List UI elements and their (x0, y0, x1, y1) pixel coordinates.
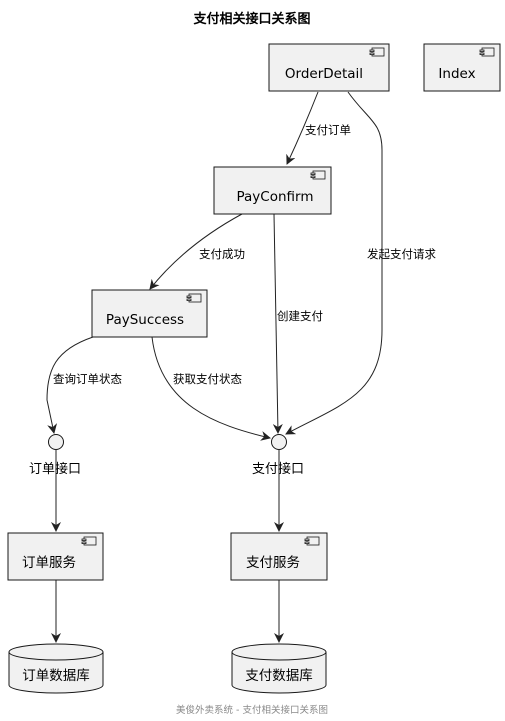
node-label-pay-confirm: PayConfirm (236, 189, 313, 205)
edge-label-success-to-payapi: 获取支付状态 (173, 372, 242, 386)
edge-confirm-to-payapi (272, 213, 283, 434)
node-label-pay-service: 支付服务 (246, 555, 300, 571)
component-icon (479, 47, 495, 57)
interface-order-api: 订单接口 (29, 434, 81, 477)
edge-label-success-to-orderapi: 查询订单状态 (53, 372, 122, 386)
edge-label-confirm-to-payapi: 创建支付 (277, 309, 323, 323)
edge-success-to-payapi (151, 336, 271, 441)
diagram-title: 支付相关接口关系图 (192, 11, 310, 27)
component-icon (304, 536, 320, 546)
diagram-canvas: 支付相关接口关系图 支付订单 支付成功 发起支付请求 创建支付 查询订单状态 获… (7, 11, 501, 716)
component-order-service: 订单服务 (7, 532, 104, 581)
interface-pay-api: 支付接口 (252, 434, 304, 477)
node-label-order-service: 订单服务 (22, 555, 76, 571)
edge-label-confirm-to-success: 支付成功 (199, 247, 245, 261)
database-label-order-db: 订单数据库 (22, 668, 90, 684)
component-icon (186, 293, 202, 303)
node-label-index: Index (438, 66, 475, 82)
node-label-pay-success: PaySuccess (106, 312, 184, 328)
interface-label-pay-api: 支付接口 (252, 461, 304, 477)
edge-detail-to-payapi (285, 91, 383, 435)
component-order-detail: OrderDetail (268, 43, 390, 92)
component-icon (81, 536, 97, 546)
edge-label-detail-to-payapi: 发起支付请求 (367, 247, 436, 261)
component-icon (369, 47, 385, 57)
component-pay-confirm: PayConfirm (213, 166, 332, 215)
database-pay-db: 支付数据库 (231, 643, 327, 694)
component-pay-success: PaySuccess (91, 289, 208, 338)
diagram-footer: 美俊外卖系统 - 支付相关接口关系图 (176, 704, 328, 716)
component-index: Index (423, 43, 501, 92)
database-label-pay-db: 支付数据库 (245, 668, 313, 684)
interface-label-order-api: 订单接口 (29, 461, 81, 477)
component-pay-service: 支付服务 (230, 532, 328, 581)
database-order-db: 订单数据库 (8, 643, 104, 694)
component-icon (310, 170, 326, 180)
edge-label-detail-to-confirm: 支付订单 (305, 123, 351, 137)
node-label-order-detail: OrderDetail (285, 66, 363, 82)
